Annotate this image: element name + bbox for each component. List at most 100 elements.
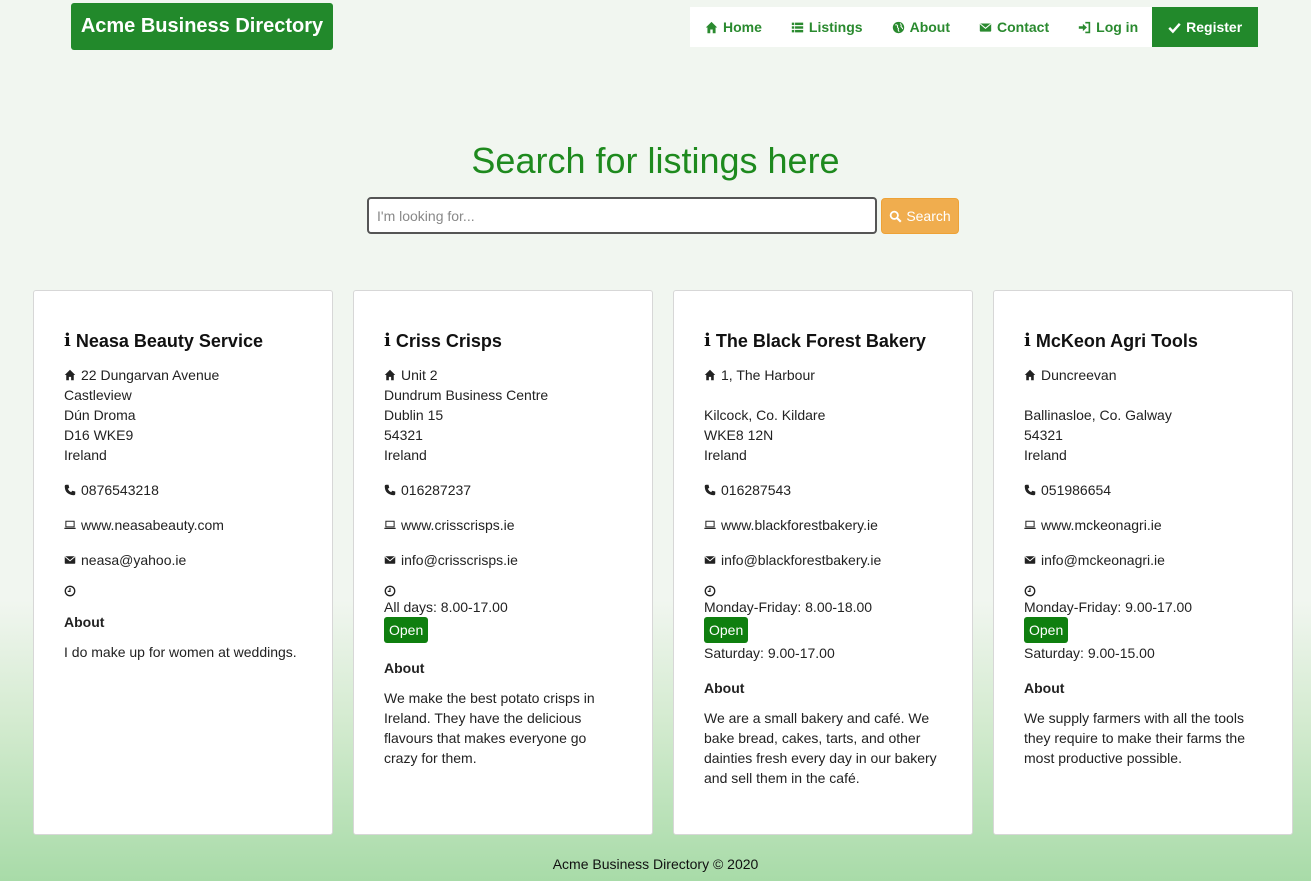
open-status-badge: Open [1024,617,1069,643]
listing-email[interactable]: neasa@yahoo.ie [64,550,302,570]
listing-card: i McKeon Agri Tools Duncreevan Ballinasloe,… [993,290,1293,835]
address-line: Castleview [64,385,302,405]
brand-logo[interactable]: Acme Business Directory [71,3,333,50]
listing-website[interactable]: www.blackforestbakery.ie [704,515,942,535]
listing-title[interactable]: i McKeon Agri Tools [1024,329,1262,353]
hours-line: All days: 8.00-17.00 [384,599,508,615]
about-heading: About [384,660,425,676]
envelope-icon [64,554,81,566]
listing-email[interactable]: info@blackforestbakery.ie [704,550,942,570]
home-icon [705,21,718,34]
address-line: 22 Dungarvan Avenue [64,365,302,385]
hours-header [704,585,942,597]
listing-name: The Black Forest Bakery [715,331,926,351]
info-icon: i [384,330,391,351]
address-line: 54321 [384,425,622,445]
listing-phone-text: 051986654 [1041,482,1112,498]
sign-in-icon [1078,21,1091,34]
listing-about: We are a small bakery and café. We bake … [704,710,937,786]
nav-contact[interactable]: Contact [964,7,1063,47]
address-line: Ireland [64,445,302,465]
address-text: Unit 2 [401,367,438,383]
listing-email[interactable]: info@mckeonagri.ie [1024,550,1262,570]
address-line: Ireland [704,445,942,465]
listing-website[interactable]: www.mckeonagri.ie [1024,515,1262,535]
address-text: 54321 [384,427,423,443]
nav-listings-label: Listings [808,19,863,35]
home-icon [1024,369,1041,381]
nav-login[interactable]: Log in [1063,7,1152,47]
nav-home[interactable]: Home [690,7,776,47]
search-input[interactable] [367,197,877,234]
listing-about: I do make up for women at weddings. [64,644,297,660]
hours-header [64,585,302,597]
address-text: Ireland [64,447,107,463]
listing-website-text: www.crisscrisps.ie [401,517,515,533]
address-text: Dublin 15 [384,407,444,423]
nav-login-label: Log in [1096,19,1139,35]
laptop-icon [704,519,721,531]
address-line [704,385,942,405]
laptop-icon [384,519,401,531]
address-text: 1, The Harbour [721,367,815,383]
open-badge-wrap: Open [704,617,942,643]
search-button[interactable]: Search [881,198,959,234]
listing-hours: Monday-Friday: 8.00-18.00 Open Saturday: 9… [704,585,942,663]
listing-website-text: www.mckeonagri.ie [1041,517,1162,533]
check-icon [1168,21,1181,34]
address-line: Dún Droma [64,405,302,425]
listing-website[interactable]: www.crisscrisps.ie [384,515,622,535]
phone-icon [64,484,81,496]
phone-icon [1024,484,1041,496]
listing-email[interactable]: info@crisscrisps.ie [384,550,622,570]
listing-about: We make the best potato crisps in Irelan… [384,690,595,766]
nav-register[interactable]: Register [1152,7,1259,47]
listing-about: We supply farmers with all the tools the… [1024,710,1245,766]
list-icon [791,21,804,34]
listing-address: Duncreevan Ballinasloe, Co. Galway 54321 Ir… [1024,365,1262,465]
listing-email-text: neasa@yahoo.ie [81,552,187,568]
open-status-badge: Open [384,617,429,643]
address-line: Ireland [384,445,622,465]
listing-title[interactable]: i The Black Forest Bakery [704,329,942,353]
address-line: Duncreevan [1024,365,1262,385]
hours-line: Saturday: 9.00-15.00 [1024,645,1155,661]
address-text: 54321 [1024,427,1063,443]
info-icon: i [704,330,711,351]
listing-title[interactable]: i Neasa Beauty Service [64,329,302,353]
listing-hours: All days: 8.00-17.00 Open [384,585,622,643]
address-line [1024,385,1262,405]
phone-icon [384,484,401,496]
clock-icon [704,585,721,597]
listing-email-text: info@blackforestbakery.ie [721,552,882,568]
address-text: Dún Droma [64,407,136,423]
nav-home-label: Home [723,19,762,35]
home-icon [704,369,721,381]
address-text: D16 WKE9 [64,427,134,443]
envelope-icon [384,554,401,566]
listing-address: 1, The Harbour Kilcock, Co. Kildare WKE8 1… [704,365,942,465]
nav-listings[interactable]: Listings [776,7,877,47]
info-icon: i [1024,330,1031,351]
address-text: Ballinasloe, Co. Galway [1024,407,1172,423]
open-status-badge: Open [704,617,749,643]
listing-website-text: www.blackforestbakery.ie [721,517,878,533]
search-icon [889,210,906,223]
listing-website[interactable]: www.neasabeauty.com [64,515,302,535]
listing-hours [64,585,302,597]
phone-icon [704,484,721,496]
address-line: Dublin 15 [384,405,622,425]
listing-name: Neasa Beauty Service [75,331,263,351]
listing-card: i The Black Forest Bakery 1, The Harbour Ki… [673,290,973,835]
address-text: Duncreevan [1041,367,1117,383]
listing-phone-text: 016287237 [401,482,472,498]
address-text: Dundrum Business Centre [384,387,549,403]
listing-title[interactable]: i Criss Crisps [384,329,622,353]
listing-name: McKeon Agri Tools [1035,331,1198,351]
nav-about[interactable]: About [877,7,964,47]
address-text: Ireland [704,447,747,463]
nav-contact-label: Contact [997,19,1050,35]
page-title: Search for listings here [471,140,840,181]
open-badge-wrap: Open [1024,617,1262,643]
address-text: Kilcock, Co. Kildare [704,407,826,423]
